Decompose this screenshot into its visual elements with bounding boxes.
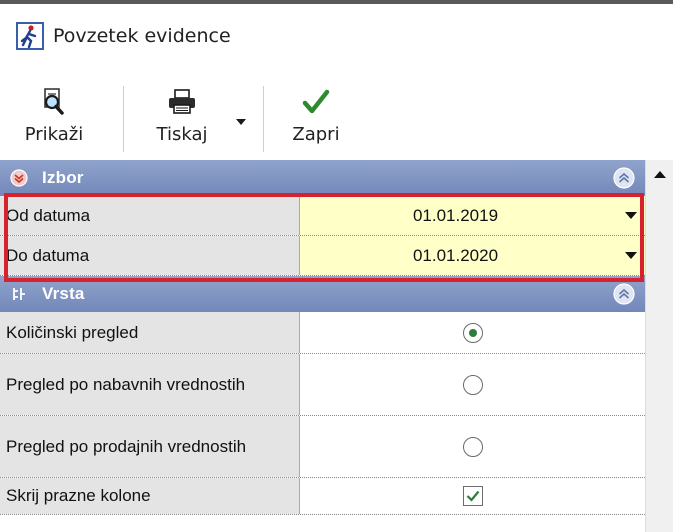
property-name: Pregled po prodajnih vrednostih xyxy=(0,416,300,477)
magnifier-document-icon xyxy=(38,88,70,116)
prikazi-label: Prikaži xyxy=(24,124,84,145)
dropdown-arrow-icon[interactable] xyxy=(625,251,637,260)
toolbar-separator xyxy=(263,86,264,152)
radio-cell[interactable] xyxy=(300,354,645,415)
grid-row-skrij-prazne-kolone[interactable]: Skrij prazne kolone xyxy=(0,478,645,515)
toolbar-separator xyxy=(123,86,124,152)
do-datuma-value[interactable]: 01.01.2020 xyxy=(300,236,645,275)
scroll-up-arrow-icon xyxy=(654,171,666,178)
zapri-button[interactable]: Zapri xyxy=(278,88,354,152)
date-value-text: 01.01.2020 xyxy=(412,245,499,265)
zapri-label: Zapri xyxy=(292,124,340,145)
date-value-text: 01.01.2019 xyxy=(412,205,499,225)
category-collapse-icon xyxy=(10,169,28,187)
category-header-vrsta[interactable]: Vrsta xyxy=(0,276,645,312)
checkmark-icon xyxy=(300,88,332,116)
vertical-scrollbar[interactable] xyxy=(645,160,673,532)
grid-row-pregled-nabavnih[interactable]: Pregled po nabavnih vrednostih xyxy=(0,354,645,416)
property-name: Od datuma xyxy=(0,196,300,235)
category-header-izbor[interactable]: Izbor xyxy=(0,160,645,196)
toolbar: Prikaži Tiskaj Zapri xyxy=(0,68,673,158)
category-label: Vrsta xyxy=(42,284,85,303)
tiskaj-button[interactable]: Tiskaj xyxy=(140,88,224,152)
category-options-icon xyxy=(13,288,25,300)
scroll-up-button[interactable] xyxy=(646,160,673,190)
tiskaj-dropdown-arrow-icon[interactable] xyxy=(234,115,248,129)
grid-row-pregled-prodajnih[interactable]: Pregled po prodajnih vrednostih xyxy=(0,416,645,478)
dropdown-arrow-icon[interactable] xyxy=(625,211,637,220)
printer-icon xyxy=(166,88,198,116)
checkbox-checked[interactable] xyxy=(462,486,483,506)
checkbox-cell[interactable] xyxy=(300,478,645,514)
prikazi-button[interactable]: Prikaži xyxy=(12,88,96,152)
property-name: Pregled po nabavnih vrednostih xyxy=(0,354,300,415)
grid-row-kolicinski-pregled[interactable]: Količinski pregled xyxy=(0,312,645,354)
od-datuma-value[interactable]: 01.01.2019 xyxy=(300,196,645,235)
radio-button[interactable] xyxy=(462,436,483,457)
report-window: Povzetek evidence Prikaži Tiskaj Zapri I… xyxy=(0,0,673,532)
radio-button[interactable] xyxy=(462,374,483,395)
window-title: Povzetek evidence xyxy=(53,25,231,47)
grid-row-od-datuma[interactable]: Od datuma 01.01.2019 xyxy=(0,196,645,236)
radio-button-selected[interactable] xyxy=(462,322,483,343)
radio-cell[interactable] xyxy=(300,312,645,353)
property-name: Skrij prazne kolone xyxy=(0,478,300,514)
app-runner-icon xyxy=(16,22,44,50)
property-name: Do datuma xyxy=(0,236,300,275)
category-label: Izbor xyxy=(42,168,84,187)
checkbox-check-icon xyxy=(466,490,479,502)
title-bar: Povzetek evidence xyxy=(0,4,673,68)
radio-cell[interactable] xyxy=(300,416,645,477)
collapse-chevron-up-icon[interactable] xyxy=(613,167,635,189)
property-name: Količinski pregled xyxy=(0,312,300,353)
grid-row-do-datuma[interactable]: Do datuma 01.01.2020 xyxy=(0,236,645,276)
collapse-chevron-up-icon[interactable] xyxy=(613,283,635,305)
radio-dot xyxy=(468,328,477,337)
property-grid: Izbor Od datuma 01.01.2019 Do datuma 01.… xyxy=(0,160,645,515)
tiskaj-label: Tiskaj xyxy=(156,124,208,145)
